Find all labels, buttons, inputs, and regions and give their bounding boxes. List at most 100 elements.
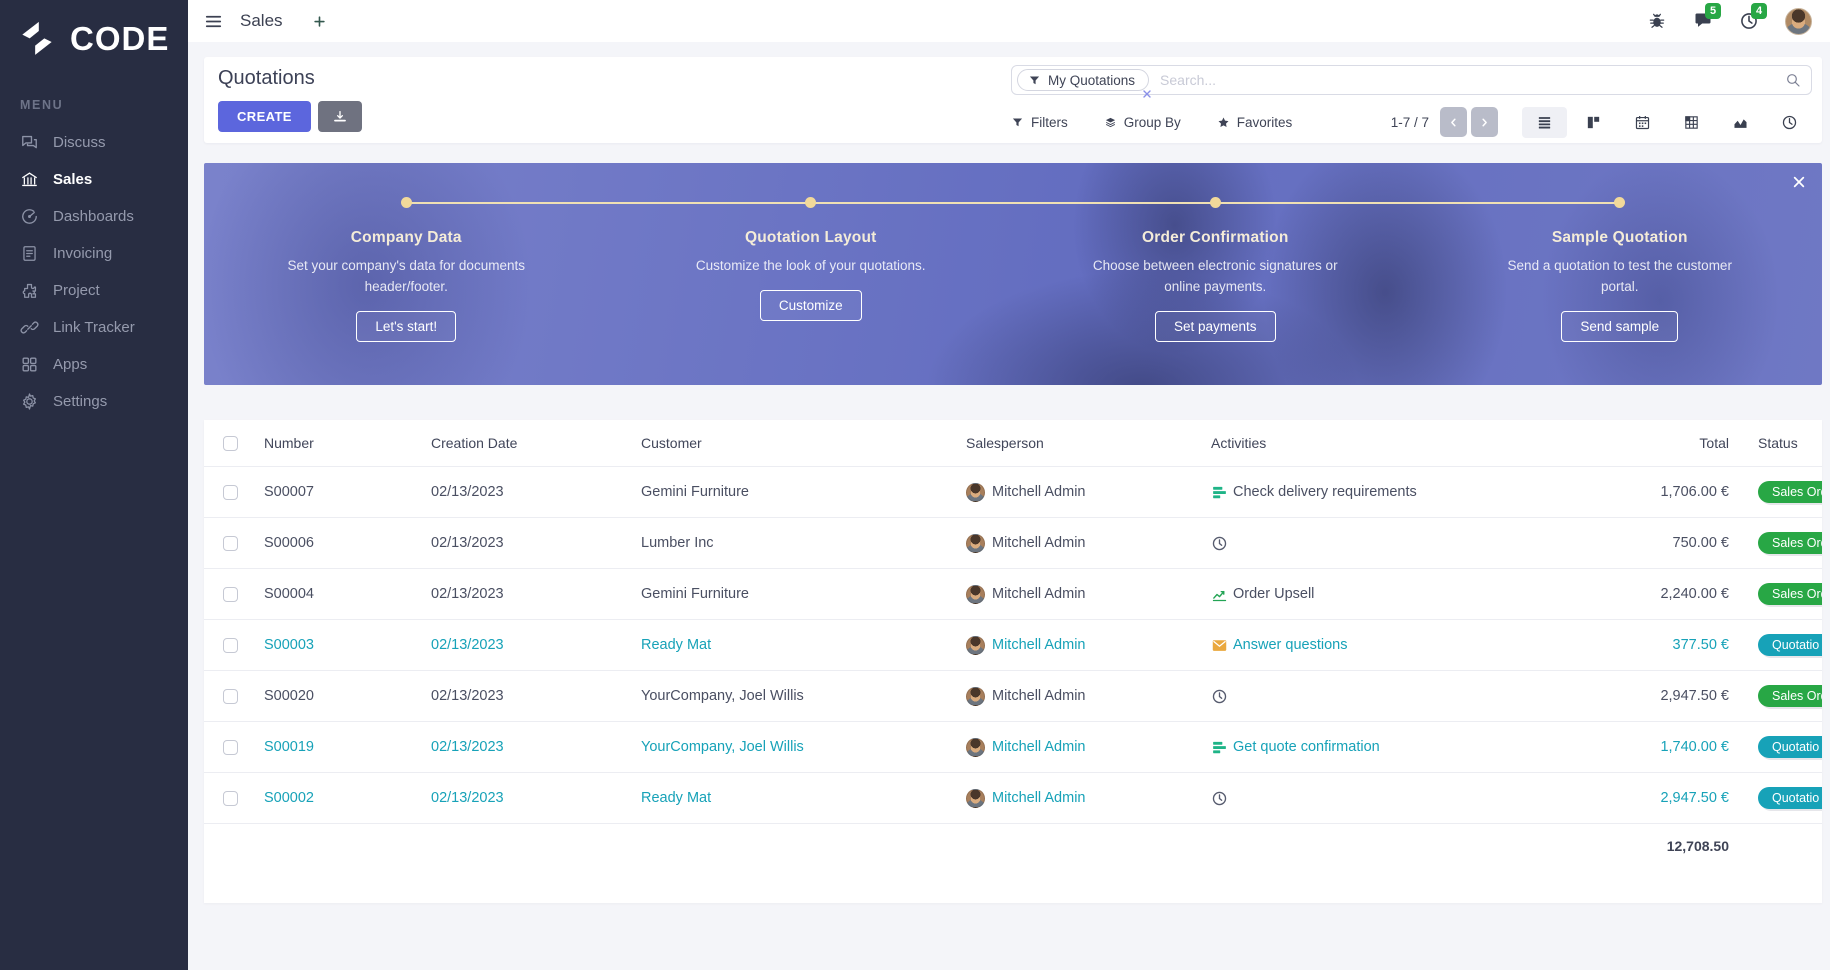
cell-creation-date: 02/13/2023 xyxy=(431,535,504,551)
pager-previous-button[interactable] xyxy=(1440,107,1467,137)
pager-next-button[interactable] xyxy=(1471,107,1498,137)
step-title: Quotation Layout xyxy=(745,229,877,246)
table-row[interactable]: S00020 02/13/2023 YourCompany, Joel Will… xyxy=(204,670,1822,721)
step-action-button[interactable]: Let's start! xyxy=(356,310,457,342)
row-checkbox[interactable] xyxy=(223,739,238,755)
sidebar-item-discuss[interactable]: Discuss xyxy=(0,124,188,161)
view-button-kanban-view[interactable] xyxy=(1571,107,1616,138)
clock-icon xyxy=(1211,688,1228,705)
table-row[interactable]: S00007 02/13/2023 Gemini Furniture Mitch… xyxy=(204,466,1822,517)
tab-sales[interactable]: Sales xyxy=(240,11,283,31)
row-checkbox[interactable] xyxy=(223,688,238,704)
group-by-button[interactable]: Group By xyxy=(1104,115,1181,130)
sidebar-item-invoicing[interactable]: Invoicing xyxy=(0,235,188,272)
table-row[interactable]: S00006 02/13/2023 Lumber Inc Mitchell Ad… xyxy=(204,517,1822,568)
sidebar-item-link-tracker[interactable]: Link Tracker xyxy=(0,309,188,346)
filter-toolbar: Filters Group By Favorites 1-7 / 7 xyxy=(1011,106,1812,138)
timeline-dot xyxy=(805,197,817,208)
cell-salesperson: Mitchell Admin xyxy=(950,788,1195,808)
notification-badge: 4 xyxy=(1751,3,1768,20)
salesperson-avatar xyxy=(966,533,985,553)
magnifier-icon[interactable] xyxy=(1785,72,1801,88)
onboarding-banner: Company Data Set your company's data for… xyxy=(204,163,1822,385)
step-description: Customize the look of your quotations. xyxy=(695,258,926,273)
navbar-left: Sales xyxy=(204,11,327,31)
cell-activities[interactable] xyxy=(1195,535,1545,552)
cell-activities[interactable] xyxy=(1195,688,1545,705)
x-icon[interactable] xyxy=(1141,87,1153,99)
create-button[interactable]: CREATE xyxy=(218,101,311,132)
salesperson-avatar xyxy=(966,584,985,604)
list-view-icon xyxy=(1536,114,1553,131)
cell-activities[interactable]: Order Upsell xyxy=(1195,586,1545,603)
layers-icon xyxy=(1104,116,1117,129)
favorites-button[interactable]: Favorites xyxy=(1217,115,1292,130)
cell-activities[interactable]: Get quote confirmation xyxy=(1195,739,1545,756)
cell-number: S00006 xyxy=(264,535,314,551)
salesperson-avatar xyxy=(966,788,985,808)
cell-creation-date: 02/13/2023 xyxy=(431,484,504,500)
export-button[interactable] xyxy=(317,101,362,132)
cell-status: Sales Ord xyxy=(1745,583,1822,605)
row-checkbox[interactable] xyxy=(223,790,238,806)
cell-total: 377.50 € xyxy=(1672,637,1729,653)
row-checkbox[interactable] xyxy=(223,535,238,551)
cell-number: S00003 xyxy=(264,637,314,653)
view-button-list-view[interactable] xyxy=(1522,106,1567,138)
view-button-activity-view[interactable] xyxy=(1767,107,1812,138)
table-row[interactable]: S00019 02/13/2023 YourCompany, Joel Will… xyxy=(204,721,1822,772)
messages-icon[interactable]: 5 xyxy=(1693,3,1722,31)
column-header-status[interactable]: Status xyxy=(1745,435,1822,451)
row-checkbox[interactable] xyxy=(223,637,238,653)
plus-icon[interactable] xyxy=(312,14,327,29)
app-logo[interactable]: CODE xyxy=(0,0,188,82)
view-button-pivot-view[interactable] xyxy=(1669,107,1714,138)
sidebar-item-sales[interactable]: Sales xyxy=(0,161,188,198)
close-icon[interactable] xyxy=(1791,174,1807,190)
table-row[interactable]: S00004 02/13/2023 Gemini Furniture Mitch… xyxy=(204,568,1822,619)
sidebar-item-apps[interactable]: Apps xyxy=(0,346,188,383)
chevron-left-icon xyxy=(1447,116,1460,129)
view-button-calendar-view[interactable] xyxy=(1620,107,1665,138)
user-avatar[interactable] xyxy=(1785,7,1812,35)
sidebar-item-settings[interactable]: Settings xyxy=(0,383,188,420)
row-checkbox[interactable] xyxy=(223,586,238,602)
row-checkbox[interactable] xyxy=(223,484,238,500)
search-facet-my-quotations[interactable]: My Quotations xyxy=(1017,69,1150,91)
hamburger-icon[interactable] xyxy=(204,12,223,31)
step-action-button[interactable]: Send sample xyxy=(1561,310,1679,342)
step-title: Company Data xyxy=(350,229,462,246)
column-header-total[interactable]: Total xyxy=(1545,435,1745,451)
step-title: Order Confirmation xyxy=(1141,229,1289,246)
activities-clock-icon[interactable]: 4 xyxy=(1739,3,1768,31)
cell-activities[interactable]: Check delivery requirements xyxy=(1195,484,1545,501)
view-switcher xyxy=(1522,106,1812,138)
clock-icon xyxy=(1211,790,1228,807)
step-action-button[interactable]: Customize xyxy=(759,289,862,321)
cell-number: S00004 xyxy=(264,586,314,602)
sidebar-item-dashboards[interactable]: Dashboards xyxy=(0,198,188,235)
cell-activities[interactable] xyxy=(1195,790,1545,807)
table-row[interactable]: S00003 02/13/2023 Ready Mat Mitchell Adm… xyxy=(204,619,1822,670)
filters-button[interactable]: Filters xyxy=(1011,115,1068,130)
table-row[interactable]: S00002 02/13/2023 Ready Mat Mitchell Adm… xyxy=(204,772,1822,823)
step-action-button[interactable]: Set payments xyxy=(1154,310,1276,342)
cell-salesperson: Mitchell Admin xyxy=(950,686,1195,706)
cell-activities[interactable]: Answer questions xyxy=(1195,637,1545,654)
cell-customer: YourCompany, Joel Willis xyxy=(641,688,804,704)
cell-salesperson: Mitchell Admin xyxy=(950,482,1195,502)
cell-status: Sales Ord xyxy=(1745,685,1822,707)
status-badge: Sales Ord xyxy=(1758,685,1822,707)
view-button-graph-view[interactable] xyxy=(1718,107,1763,138)
column-header-activities[interactable]: Activities xyxy=(1195,435,1545,451)
column-header-salesperson[interactable]: Salesperson xyxy=(950,435,1195,451)
cell-number: S00019 xyxy=(264,739,314,755)
search-input[interactable]: My Quotations Search... xyxy=(1011,65,1812,98)
search-area: My Quotations Search... Filters Group By… xyxy=(1011,65,1812,138)
column-header-creation-date[interactable]: Creation Date xyxy=(415,435,625,451)
column-header-customer[interactable]: Customer xyxy=(625,435,950,451)
select-all-checkbox[interactable] xyxy=(223,435,238,451)
sidebar-item-project[interactable]: Project xyxy=(0,272,188,309)
bug-icon[interactable] xyxy=(1647,11,1667,31)
column-header-number[interactable]: Number xyxy=(248,435,415,451)
